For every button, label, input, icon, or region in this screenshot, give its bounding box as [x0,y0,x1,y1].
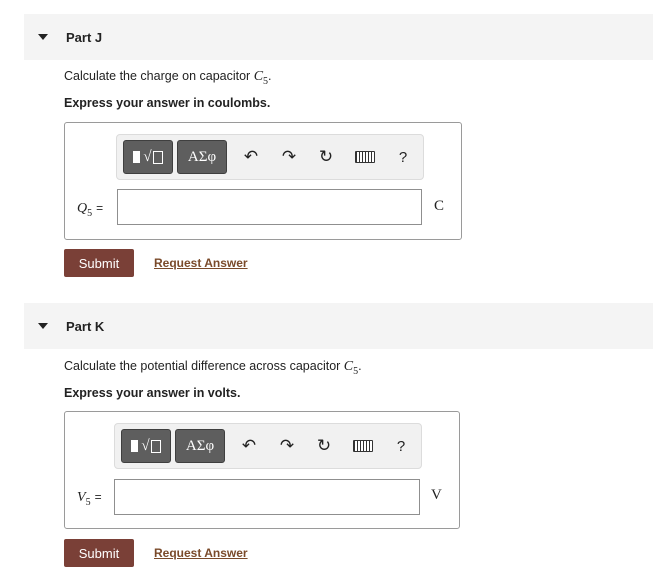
symbols-button[interactable]: ΑΣφ [175,429,225,463]
answer-box: √ ΑΣφ ↶ ↷ ↻ ? Q5 = C [64,122,462,240]
request-answer-link[interactable]: Request Answer [154,546,248,560]
templates-icon [131,440,139,452]
unit-label: V [431,487,442,503]
collapse-caret-icon[interactable] [38,323,48,329]
part-j-header[interactable]: Part J [24,14,653,60]
part-k-header[interactable]: Part K [24,303,653,349]
reset-icon[interactable]: ↻ [316,147,336,167]
help-icon[interactable]: ? [391,436,411,456]
question-text: Calculate the potential difference acros… [64,359,362,377]
question-text: Calculate the charge on capacitor C5. [64,69,272,87]
answer-box: √ ΑΣφ ↶ ↷ ↻ ? V5 = V [64,411,460,529]
instruction-text: Express your answer in volts. [64,386,241,400]
undo-icon[interactable]: ↶ [241,147,261,167]
keyboard-icon[interactable] [353,436,373,456]
instruction-text: Express your answer in coulombs. [64,96,271,110]
submit-button[interactable]: Submit [64,539,134,567]
symbols-icon: ΑΣφ [187,148,217,165]
answer-input[interactable] [114,479,420,515]
part-title: Part K [66,318,105,334]
templates-button[interactable]: √ [121,429,171,463]
symbols-icon: ΑΣφ [185,437,215,454]
templates-button[interactable]: √ [123,140,173,174]
math-toolbar: √ ΑΣφ ↶ ↷ ↻ ? [116,134,424,180]
help-icon[interactable]: ? [393,147,413,167]
submit-button[interactable]: Submit [64,249,134,277]
undo-icon[interactable]: ↶ [239,436,259,456]
request-answer-link[interactable]: Request Answer [154,256,248,270]
answer-input[interactable] [117,189,422,225]
answer-variable-label: V5 = [77,490,102,508]
collapse-caret-icon[interactable] [38,34,48,40]
templates-icon [133,151,141,163]
unit-label: C [434,198,445,214]
redo-icon[interactable]: ↷ [277,436,297,456]
math-toolbar: √ ΑΣφ ↶ ↷ ↻ ? [114,423,422,469]
answer-variable-label: Q5 = [77,201,104,219]
keyboard-icon[interactable] [355,147,375,167]
symbols-button[interactable]: ΑΣφ [177,140,227,174]
part-title: Part J [66,29,103,45]
reset-icon[interactable]: ↻ [314,436,334,456]
redo-icon[interactable]: ↷ [279,147,299,167]
